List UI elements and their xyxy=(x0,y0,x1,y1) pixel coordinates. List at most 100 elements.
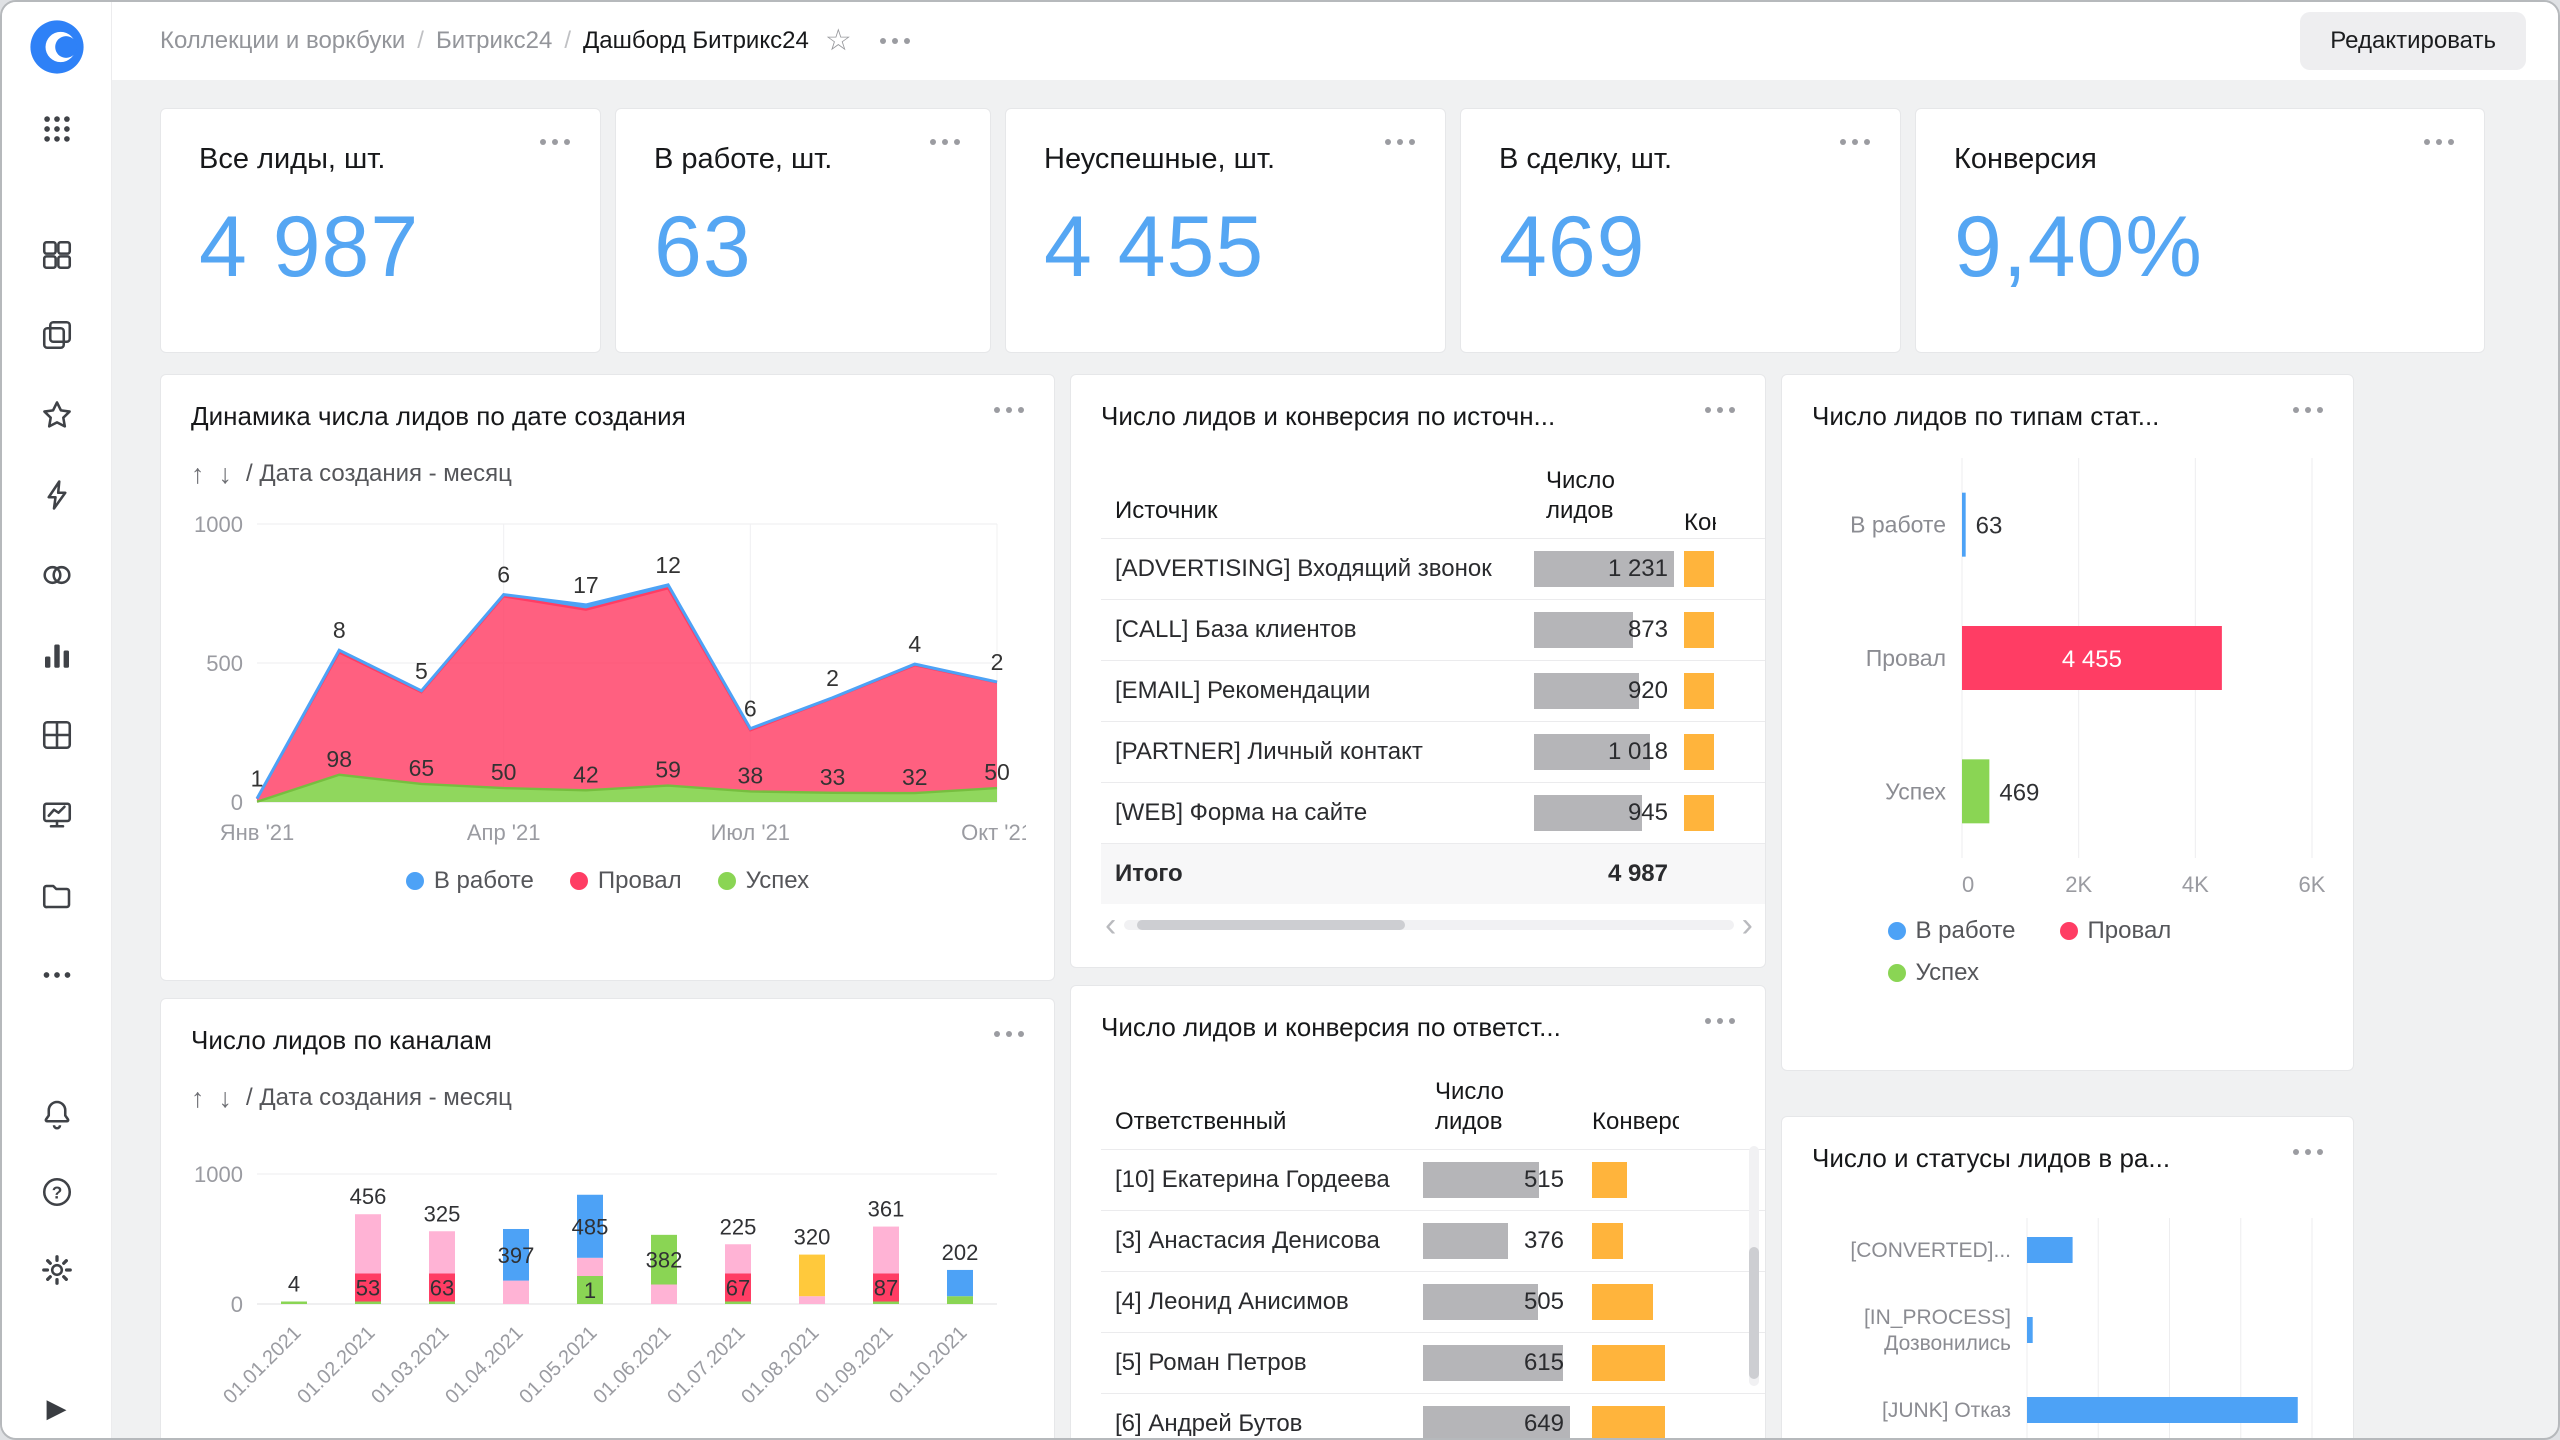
column-header-conversion[interactable]: Конверсия xyxy=(1578,1095,1679,1149)
svg-text:4: 4 xyxy=(288,1272,300,1297)
quick-actions-icon[interactable] xyxy=(38,476,76,514)
svg-text:42: 42 xyxy=(573,761,599,787)
card-menu-icon[interactable] xyxy=(1385,139,1415,145)
card-menu-icon[interactable] xyxy=(1705,407,1735,413)
conversion-bar xyxy=(1684,612,1714,648)
conversion-cell xyxy=(1578,1272,1679,1332)
svg-text:01.04.2021: 01.04.2021 xyxy=(441,1322,527,1408)
kpi-card-failed: Неуспешные, шт. 4 455 xyxy=(1005,108,1446,353)
svg-text:6K: 6K xyxy=(2299,872,2325,896)
charts-icon[interactable] xyxy=(38,636,76,674)
legend-item[interactable]: Провал xyxy=(570,867,682,895)
column-header-leads[interactable]: Число лидов xyxy=(1532,454,1682,538)
svg-text:Успех: Успех xyxy=(1885,778,1946,804)
card-menu-icon[interactable] xyxy=(930,139,960,145)
source-name-cell: [WEB] Форма на сайте xyxy=(1101,783,1532,843)
channels-chart-svg: 01000401.01.20215345601.02.20216332501.0… xyxy=(191,1130,1026,1438)
breadcrumb-workbook[interactable]: Битрикс24 xyxy=(436,27,552,55)
card-menu-icon[interactable] xyxy=(2293,407,2323,413)
notifications-icon[interactable] xyxy=(38,1095,76,1133)
card-menu-icon[interactable] xyxy=(1705,1018,1735,1024)
svg-text:01.03.2021: 01.03.2021 xyxy=(367,1322,453,1408)
dashboards-icon[interactable] xyxy=(38,236,76,274)
card-menu-icon[interactable] xyxy=(994,407,1024,413)
column-header-responsible[interactable]: Ответственный xyxy=(1101,1095,1421,1149)
editor-icon[interactable] xyxy=(38,796,76,834)
kpi-label: Все лиды, шт. xyxy=(199,143,562,176)
scrollbar-thumb[interactable] xyxy=(1137,920,1405,930)
total-value-cell: 4 987 xyxy=(1532,844,1682,904)
svg-text:4K: 4K xyxy=(2182,872,2209,896)
table-row: [6] Андрей Бутов649 xyxy=(1101,1394,1765,1438)
card-title: Число лидов и конверсия по ответст... xyxy=(1101,1012,1561,1043)
scroll-left-icon[interactable]: ‹ xyxy=(1097,908,1124,942)
sort-field-label: / Дата создания - месяц xyxy=(246,1084,512,1112)
card-title: Динамика числа лидов по дате создания xyxy=(191,401,686,432)
column-header-conversion[interactable]: Конверсия xyxy=(1682,508,1716,538)
legend-item[interactable]: Провал xyxy=(2060,917,2172,945)
table-row: [PARTNER] Личный контакт1 018 xyxy=(1101,722,1765,783)
breadcrumb-collections[interactable]: Коллекции и воркбуки xyxy=(160,27,405,55)
settings-icon[interactable] xyxy=(38,1251,76,1289)
kpi-card-in-progress: В работе, шт. 63 xyxy=(615,108,991,353)
collections-icon[interactable] xyxy=(38,316,76,354)
expand-sidebar-icon[interactable]: ▶ xyxy=(47,1393,67,1424)
card-menu-icon[interactable] xyxy=(540,139,570,145)
column-header-source[interactable]: Источник xyxy=(1101,484,1532,538)
favorite-star-icon[interactable]: ☆ xyxy=(825,26,852,56)
responsible-name-cell: [3] Анастасия Денисова xyxy=(1101,1211,1421,1271)
svg-text:0: 0 xyxy=(231,790,243,815)
svg-text:[JUNK] Отказ: [JUNK] Отказ xyxy=(1882,1399,2011,1422)
value-bar xyxy=(1423,1162,1539,1198)
svg-text:397: 397 xyxy=(498,1243,535,1268)
dynamics-chart-svg: 05001000Янв '21Апр '21Июл '21Окт '211856… xyxy=(191,506,1026,850)
kpi-value: 469 xyxy=(1499,198,1862,297)
sort-asc-icon[interactable]: ↑ xyxy=(191,461,205,488)
apps-grid-icon[interactable] xyxy=(38,110,76,148)
sort-asc-icon[interactable]: ↑ xyxy=(191,1085,205,1112)
svg-text:01.07.2021: 01.07.2021 xyxy=(663,1322,749,1408)
more-icon[interactable] xyxy=(38,956,76,994)
column-header-leads[interactable]: Число лидов xyxy=(1421,1065,1578,1149)
svg-text:59: 59 xyxy=(655,757,681,783)
datasets-icon[interactable] xyxy=(38,716,76,754)
value-bar xyxy=(1534,673,1639,709)
card-menu-icon[interactable] xyxy=(2293,1149,2323,1155)
page-menu-icon[interactable] xyxy=(880,38,910,44)
conversion-cell xyxy=(1682,844,1716,904)
legend-item[interactable]: В работе xyxy=(406,867,534,895)
edit-button[interactable]: Редактировать xyxy=(2300,12,2526,70)
sort-desc-icon[interactable]: ↓ xyxy=(219,461,233,488)
card-menu-icon[interactable] xyxy=(994,1031,1024,1037)
svg-text:456: 456 xyxy=(350,1184,387,1209)
favorites-icon[interactable] xyxy=(38,396,76,434)
svg-text:382: 382 xyxy=(646,1248,683,1273)
svg-text:1000: 1000 xyxy=(194,512,243,537)
card-menu-icon[interactable] xyxy=(1840,139,1870,145)
conversion-bar xyxy=(1684,795,1714,831)
leads-count-cell: 945 xyxy=(1532,783,1682,843)
svg-text:2: 2 xyxy=(991,649,1004,675)
kpi-value: 4 455 xyxy=(1044,198,1407,297)
status-types-legend: В работе Провал Успех xyxy=(1878,917,2258,987)
dashboard-content: Все лиды, шт. 4 987 В работе, шт. 63 Неу… xyxy=(112,80,2558,1438)
scrollbar-thumb[interactable] xyxy=(1749,1247,1759,1379)
help-icon[interactable]: ? xyxy=(38,1173,76,1211)
card-menu-icon[interactable] xyxy=(2424,139,2454,145)
card-title: Число лидов по типам стат... xyxy=(1812,401,2159,432)
legend-item[interactable]: В работе xyxy=(1888,917,2016,945)
legend-item[interactable]: Успех xyxy=(718,867,809,895)
responsible-name-cell: [10] Екатерина Гордеева xyxy=(1101,1150,1421,1210)
source-name-cell: [PARTNER] Личный контакт xyxy=(1101,722,1532,782)
svg-text:01.05.2021: 01.05.2021 xyxy=(515,1322,601,1408)
vertical-scrollbar[interactable] xyxy=(1749,1146,1759,1386)
connections-icon[interactable] xyxy=(38,556,76,594)
storage-icon[interactable] xyxy=(38,876,76,914)
scroll-right-icon[interactable]: › xyxy=(1734,908,1761,942)
legend-item[interactable]: Успех xyxy=(1888,959,1979,987)
sort-desc-icon[interactable]: ↓ xyxy=(219,1085,233,1112)
conversion-bar xyxy=(1684,551,1714,587)
scrollbar-track[interactable] xyxy=(1124,920,1733,930)
legend-label: Провал xyxy=(598,867,682,895)
datalens-logo[interactable] xyxy=(28,18,86,76)
